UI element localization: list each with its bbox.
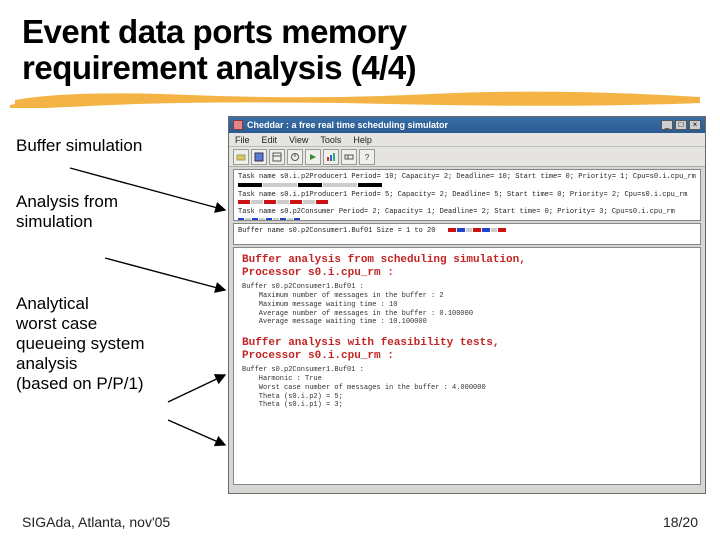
close-button[interactable]: ×	[689, 120, 701, 130]
results-h1-l2: Processor s0.i.cpu_rm :	[242, 267, 394, 279]
label-analytical-l3: queueing system	[16, 334, 145, 353]
label-analytical-l4: analysis	[16, 354, 77, 373]
task-row-1: Task name s0.i.p2Producer1 Period= 10; C…	[238, 173, 696, 182]
task-gantt-2	[238, 199, 696, 208]
menu-tools[interactable]: Tools	[320, 135, 341, 145]
results-body-1: Buffer s0.p2Consumer1.Buf01 : Maximum nu…	[242, 283, 692, 327]
menu-edit[interactable]: Edit	[262, 135, 278, 145]
svg-text:?: ?	[365, 153, 370, 162]
label-column: Buffer simulation Analysis from simulati…	[16, 130, 216, 430]
results-h1-l1: Buffer analysis from scheduling simulati…	[242, 254, 526, 266]
open-icon[interactable]	[233, 149, 249, 165]
menu-help[interactable]: Help	[353, 135, 372, 145]
buffer-icon[interactable]	[341, 149, 357, 165]
buffer-pane: Buffer name s0.p2Consumer1.Buf01 Size = …	[233, 223, 701, 245]
chart-icon[interactable]	[323, 149, 339, 165]
maximize-button[interactable]: □	[675, 120, 687, 130]
label-analytical-l2: worst case	[16, 314, 97, 333]
menu-bar: File Edit View Tools Help	[229, 133, 705, 147]
label-analytical-l5: (based on P/P/1)	[16, 374, 144, 393]
app-icon	[233, 120, 243, 130]
footer-right: 18/20	[663, 514, 698, 530]
save-icon[interactable]	[251, 149, 267, 165]
label-analysis-from-sim-l1: Analysis from	[16, 192, 118, 211]
sim-icon[interactable]	[305, 149, 321, 165]
label-analysis-from-sim-l2: simulation	[16, 212, 93, 231]
results-heading-2: Buffer analysis with feasibility tests, …	[242, 337, 692, 362]
buffer-line: Buffer name s0.p2Consumer1.Buf01 Size = …	[238, 227, 696, 236]
minimize-button[interactable]: _	[661, 120, 673, 130]
sched-icon[interactable]	[287, 149, 303, 165]
brush-underline	[10, 86, 710, 108]
results-h2-l2: Processor s0.i.cpu_rm :	[242, 350, 394, 362]
results-pane: Buffer analysis from scheduling simulati…	[233, 247, 701, 485]
task-row-2: Task name s0.i.p1Producer1 Period= 5; Ca…	[238, 191, 696, 200]
toolbar: ?	[229, 147, 705, 167]
label-analytical-l1: Analytical	[16, 294, 89, 313]
cheddar-window: Cheddar : a free real time scheduling si…	[228, 116, 706, 494]
label-analysis-from-sim: Analysis from simulation	[16, 192, 216, 232]
task-gantt-1	[238, 182, 696, 191]
help-icon[interactable]: ?	[359, 149, 375, 165]
tasks-icon[interactable]	[269, 149, 285, 165]
task-gantt-3	[238, 217, 696, 221]
title-line1: Event data ports memory	[22, 13, 407, 50]
task-row-3: Task name s0.p2Consumer Period= 2; Capac…	[238, 208, 696, 217]
slide-footer: SIGAda, Atlanta, nov'05 18/20	[22, 514, 698, 530]
window-title: Cheddar : a free real time scheduling si…	[247, 120, 448, 130]
label-buffer-simulation: Buffer simulation	[16, 136, 216, 156]
results-heading-1: Buffer analysis from scheduling simulati…	[242, 254, 692, 279]
menu-file[interactable]: File	[235, 135, 250, 145]
buffer-line-text: Buffer name s0.p2Consumer1.Buf01 Size = …	[238, 227, 435, 235]
title-line2: requirement analysis (4/4)	[22, 49, 416, 86]
menu-view[interactable]: View	[289, 135, 308, 145]
tasks-pane: Task name s0.i.p2Producer1 Period= 10; C…	[233, 169, 701, 221]
window-titlebar: Cheddar : a free real time scheduling si…	[229, 117, 705, 133]
label-analytical: Analytical worst case queueing system an…	[16, 294, 216, 394]
slide-title: Event data ports memory requirement anal…	[22, 14, 698, 85]
footer-left: SIGAda, Atlanta, nov'05	[22, 514, 170, 530]
results-h2-l1: Buffer analysis with feasibility tests,	[242, 337, 499, 349]
results-body-2: Buffer s0.p2Consumer1.Buf01 : Harmonic :…	[242, 366, 692, 410]
